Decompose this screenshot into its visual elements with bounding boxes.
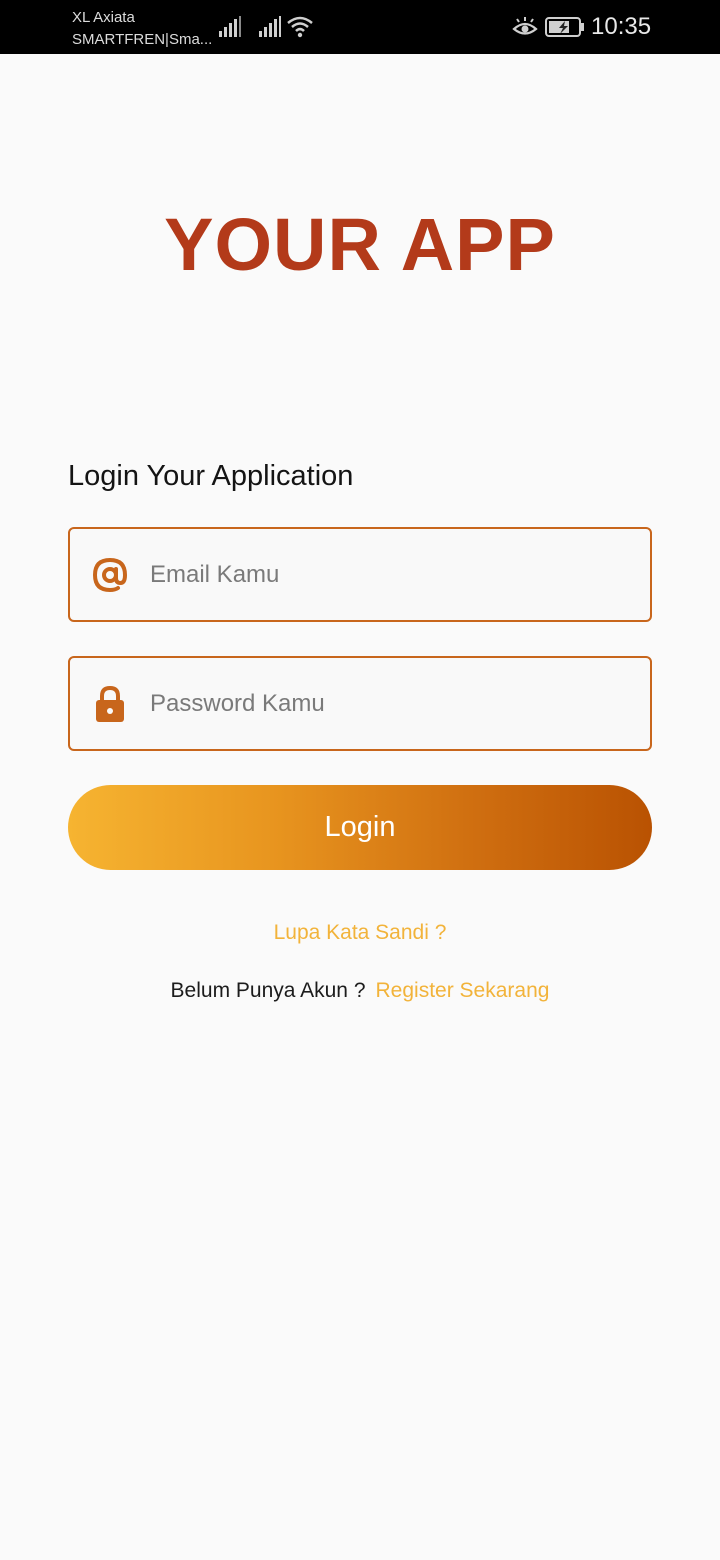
register-link[interactable]: Register Sekarang [376,979,550,1002]
register-prompt: Belum Punya Akun ? [170,979,366,1002]
forgot-password-row: Lupa Kata Sandi ? [0,919,720,947]
carrier-name-1: XL Axiata [72,9,135,26]
status-time: 10:35 [591,13,652,40]
login-heading: Login Your Application [68,460,354,492]
password-field[interactable] [68,656,652,751]
email-input[interactable] [150,529,630,620]
carrier-name-2: SMARTFREN|Sma... [72,31,213,48]
signal-icon [259,16,281,37]
wifi-icon [287,16,313,38]
eye-comfort-icon [512,17,538,35]
lock-icon [96,685,124,722]
forgot-password-link[interactable]: Lupa Kata Sandi ? [274,921,447,944]
carrier-info: XL Axiata SMARTFREN|Sma... [72,7,212,51]
battery-charging-icon [545,17,584,37]
register-row: Belum Punya Akun ? Register Sekarang [0,977,720,1005]
login-button[interactable]: Login [68,785,652,870]
password-input[interactable] [150,658,630,749]
app-title: YOUR APP [164,203,556,286]
at-icon [92,557,128,593]
email-field[interactable] [68,527,652,622]
status-bar: XL Axiata SMARTFREN|Sma... 10:35 [0,0,720,54]
signal-icon [219,16,241,37]
